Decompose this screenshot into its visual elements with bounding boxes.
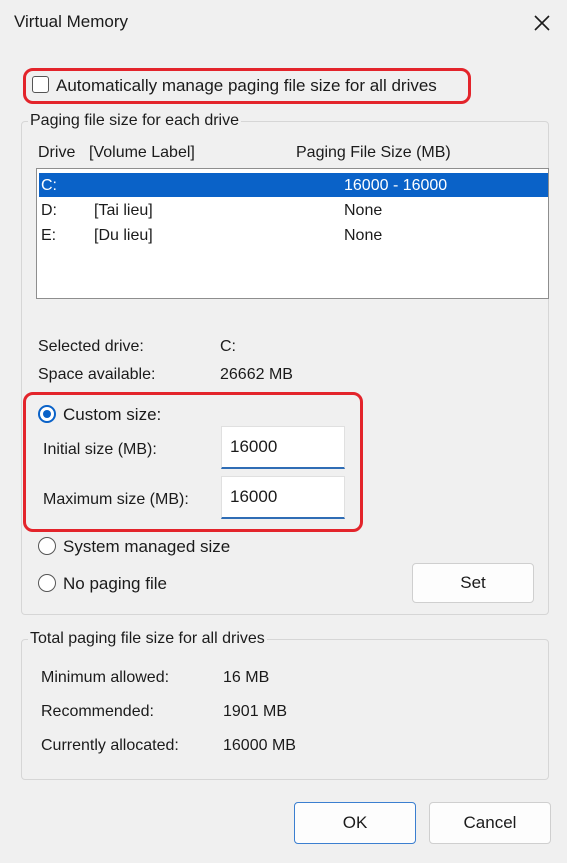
volume-cell: [Du lieu] [94,227,153,244]
initial-size-input[interactable]: 16000 [221,426,345,469]
auto-manage-checkbox[interactable] [32,76,49,93]
close-button[interactable] [528,10,556,36]
header-drive: Drive [38,144,76,161]
ok-button[interactable]: OK [294,802,416,844]
custom-size-label[interactable]: Custom size: [63,405,161,425]
system-managed-label[interactable]: System managed size [63,537,230,557]
drive-list[interactable]: C: 16000 - 16000 D: [Tai lieu] None E: [… [36,168,549,299]
drive-cell: C: [41,177,57,194]
no-paging-radio[interactable] [38,574,56,592]
minimum-allowed-value: 16 MB [223,669,270,686]
recommended-label: Recommended: [41,703,154,720]
no-paging-label[interactable]: No paging file [63,574,167,594]
volume-cell: [Tai lieu] [94,202,153,219]
size-cell: None [344,202,383,219]
list-item[interactable]: E: [Du lieu] None [39,223,548,247]
cancel-button[interactable]: Cancel [429,802,551,844]
list-item[interactable]: D: [Tai lieu] None [39,198,548,222]
minimum-allowed-label: Minimum allowed: [41,669,170,686]
maximum-size-label: Maximum size (MB): [43,491,189,508]
recommended-value: 1901 MB [223,703,288,720]
list-item[interactable]: C: 16000 - 16000 [39,173,548,197]
drive-cell: D: [41,202,57,219]
total-group-legend: Total paging file size for all drives [28,630,267,648]
currently-allocated-value: 16000 MB [223,737,296,754]
paging-group-legend: Paging file size for each drive [28,112,241,130]
header-volume: [Volume Label] [89,144,195,161]
header-size: Paging File Size (MB) [296,144,451,161]
close-icon [534,15,550,31]
auto-manage-label[interactable]: Automatically manage paging file size fo… [56,76,437,96]
size-cell: None [344,227,383,244]
selected-drive-label: Selected drive: [38,338,144,355]
window-title: Virtual Memory [14,12,128,31]
selected-drive-value: C: [220,338,236,355]
set-button[interactable]: Set [412,563,534,603]
size-cell: 16000 - 16000 [344,177,448,194]
drive-cell: E: [41,227,57,244]
initial-size-label: Initial size (MB): [43,441,157,458]
maximum-size-input[interactable]: 16000 [221,476,345,519]
custom-size-radio[interactable] [38,405,56,423]
space-available-label: Space available: [38,366,156,383]
system-managed-radio[interactable] [38,537,56,555]
currently-allocated-label: Currently allocated: [41,737,179,754]
space-available-value: 26662 MB [220,366,293,383]
